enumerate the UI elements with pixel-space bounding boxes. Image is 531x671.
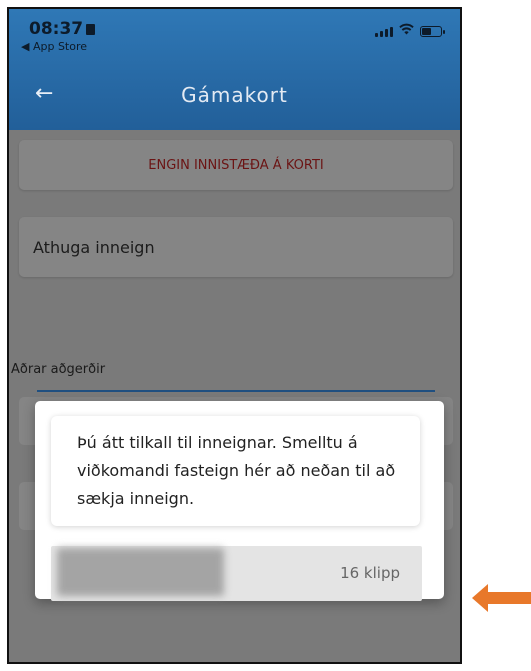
redacted-property-address [57,548,224,596]
section-divider [37,390,435,392]
battery-icon [420,26,445,37]
other-actions-label: Aðrar aðgerðir [11,362,106,377]
page-title: Gámakort [181,83,288,107]
balance-status-card: ENGIN INNISTÆÐA Á KORTI [19,140,453,190]
header-bar: 08:37 ◀ App Store ← Gámakort [9,9,460,130]
signal-icon [375,27,393,37]
status-indicators [375,23,445,37]
punch-count: 16 klipp [340,564,400,582]
back-to-app-store-link[interactable]: ◀ App Store [21,40,87,53]
check-balance-label: Athuga inneign [33,237,155,257]
status-time-text: 08:37 [29,19,84,39]
arrow-left-icon [472,584,531,612]
check-balance-button[interactable]: Athuga inneign [19,217,453,277]
wifi-icon [399,23,414,37]
phone-screen: 08:37 ◀ App Store ← Gámakort ENGIN INNIS… [7,7,462,664]
balance-status-text: ENGIN INNISTÆÐA Á KORTI [148,157,324,173]
modal-message: Þú átt tilkall til inneignar. Smelltu á … [51,416,420,526]
claim-balance-modal: Þú átt tilkall til inneignar. Smelltu á … [35,401,444,601]
sim-icon [86,24,96,35]
property-row[interactable]: 16 klipp [51,546,422,601]
status-time: 08:37 [29,19,96,39]
